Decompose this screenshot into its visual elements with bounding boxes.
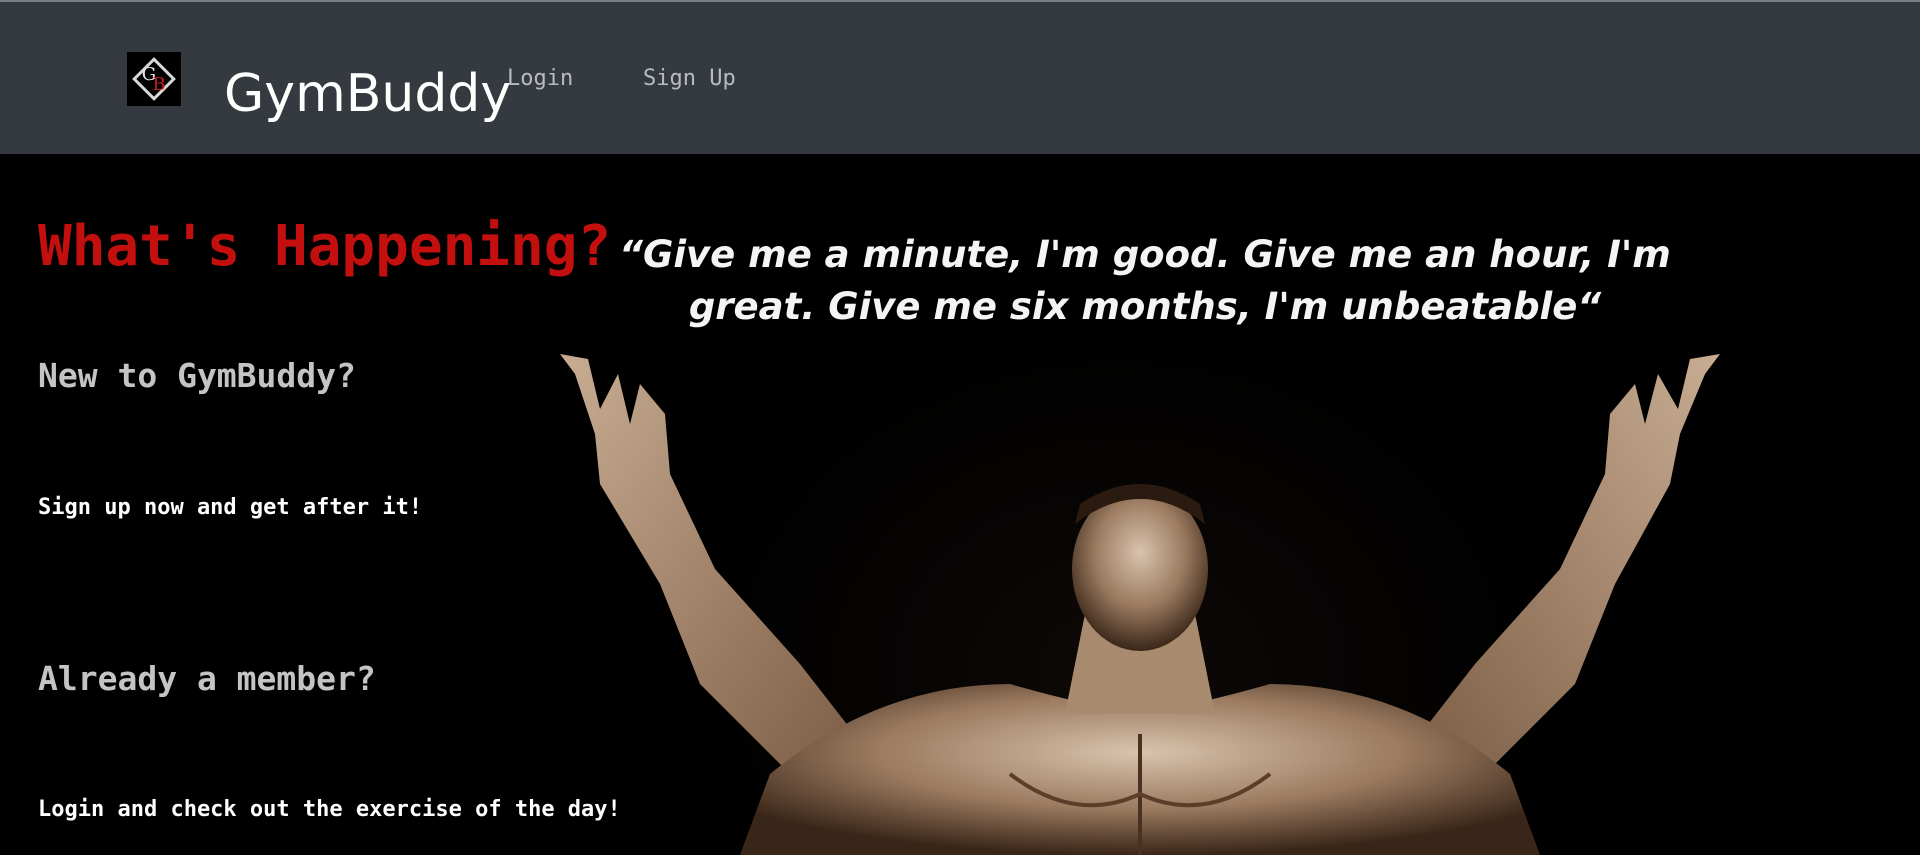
gymbuddy-logo-icon[interactable]: G B [127, 52, 181, 106]
hero-section: “Give me a minute, I'm good. Give me an … [0, 154, 1920, 855]
bodybuilder-image [560, 354, 1720, 855]
page-title: What's Happening? [38, 214, 612, 279]
new-user-heading: New to GymBuddy? [38, 356, 356, 395]
member-heading: Already a member? [38, 659, 376, 698]
nav-signup-link[interactable]: Sign Up [643, 64, 736, 94]
signup-prompt-text: Sign up now and get after it! [38, 495, 423, 520]
brand-name[interactable]: GymBuddy [224, 59, 511, 129]
login-prompt-text: Login and check out the exercise of the … [38, 797, 621, 822]
motivational-quote: “Give me a minute, I'm good. Give me an … [619, 233, 1671, 328]
nav-login-link[interactable]: Login [507, 64, 573, 94]
navbar: G B GymBuddy Login Sign Up [0, 2, 1920, 154]
svg-text:B: B [152, 74, 165, 95]
